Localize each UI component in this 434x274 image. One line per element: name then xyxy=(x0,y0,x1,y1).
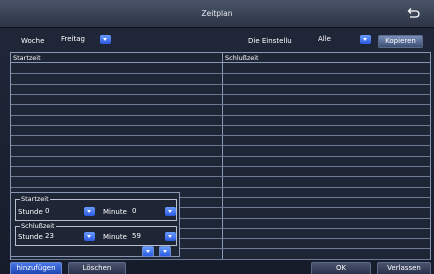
day-select-value: Freitag xyxy=(61,35,85,43)
leave-button[interactable]: Verlassen xyxy=(377,262,431,274)
table-row[interactable] xyxy=(11,176,430,178)
day-select[interactable]: Freitag xyxy=(58,34,112,47)
table-row[interactable] xyxy=(11,145,430,147)
table-row[interactable] xyxy=(11,186,430,188)
title-bar: Zeitplan xyxy=(0,0,434,28)
end-hour-label: Stunde xyxy=(18,233,43,241)
start-hour-select[interactable]: 0 xyxy=(42,206,96,219)
start-time-group: Startzeit Stunde 0 Minute 0 xyxy=(15,195,177,221)
add-button[interactable]: hinzufügen xyxy=(10,262,62,274)
table-row[interactable] xyxy=(11,135,430,137)
end-minute-value: 59 xyxy=(132,232,141,240)
table-row[interactable] xyxy=(11,166,430,167)
start-time-legend: Startzeit xyxy=(20,195,50,203)
end-hour-select[interactable]: 23 xyxy=(42,231,96,244)
delete-button[interactable]: Löschen xyxy=(68,262,126,274)
chevron-down-icon xyxy=(100,35,111,44)
start-minute-select[interactable]: 0 xyxy=(129,206,177,219)
table-row[interactable] xyxy=(11,114,430,116)
start-hour-value: 0 xyxy=(45,207,50,215)
column-header-start: Startzeit xyxy=(13,54,41,62)
table-row[interactable] xyxy=(11,93,430,95)
chevron-down-icon xyxy=(84,207,95,216)
setting-select-value: Alle xyxy=(318,35,331,43)
start-hour-label: Stunde xyxy=(18,208,43,216)
setting-label: Die Einstellu xyxy=(248,37,292,45)
chevron-down-icon xyxy=(360,35,371,44)
cancel-time-icon[interactable] xyxy=(159,246,171,257)
start-minute-value: 0 xyxy=(132,207,137,215)
copy-button[interactable]: Kopieren xyxy=(378,35,423,48)
end-minute-label: Minute xyxy=(103,233,127,241)
table-row[interactable] xyxy=(11,155,430,157)
day-label: Woche xyxy=(21,37,45,45)
chevron-down-icon xyxy=(165,207,176,216)
chevron-down-icon xyxy=(165,232,176,241)
end-time-legend: Schlußzeit xyxy=(20,222,56,230)
chevron-down-icon xyxy=(84,232,95,241)
table-header: Startzeit Schlußzeit xyxy=(11,53,430,63)
start-minute-label: Minute xyxy=(103,208,127,216)
table-row[interactable] xyxy=(11,83,430,85)
end-time-group: Schlußzeit Stunde 23 Minute 59 xyxy=(15,222,177,246)
end-minute-select[interactable]: 59 xyxy=(129,231,177,244)
column-header-end: Schlußzeit xyxy=(225,54,259,62)
table-row[interactable] xyxy=(11,73,430,75)
return-arrow-icon[interactable] xyxy=(406,7,420,21)
table-row[interactable] xyxy=(11,124,430,126)
confirm-time-icon[interactable] xyxy=(142,246,154,257)
end-hour-value: 23 xyxy=(45,232,54,240)
setting-select[interactable]: Alle xyxy=(315,34,372,47)
table-row[interactable] xyxy=(11,258,430,260)
time-editor-panel: Startzeit Stunde 0 Minute 0 Schlußzeit S… xyxy=(10,192,180,257)
ok-button[interactable]: OK xyxy=(311,262,371,274)
table-row[interactable] xyxy=(11,104,430,106)
window-title: Zeitplan xyxy=(201,9,233,18)
schedule-window: Zeitplan Woche Freitag Die Einstellu All… xyxy=(0,0,434,274)
